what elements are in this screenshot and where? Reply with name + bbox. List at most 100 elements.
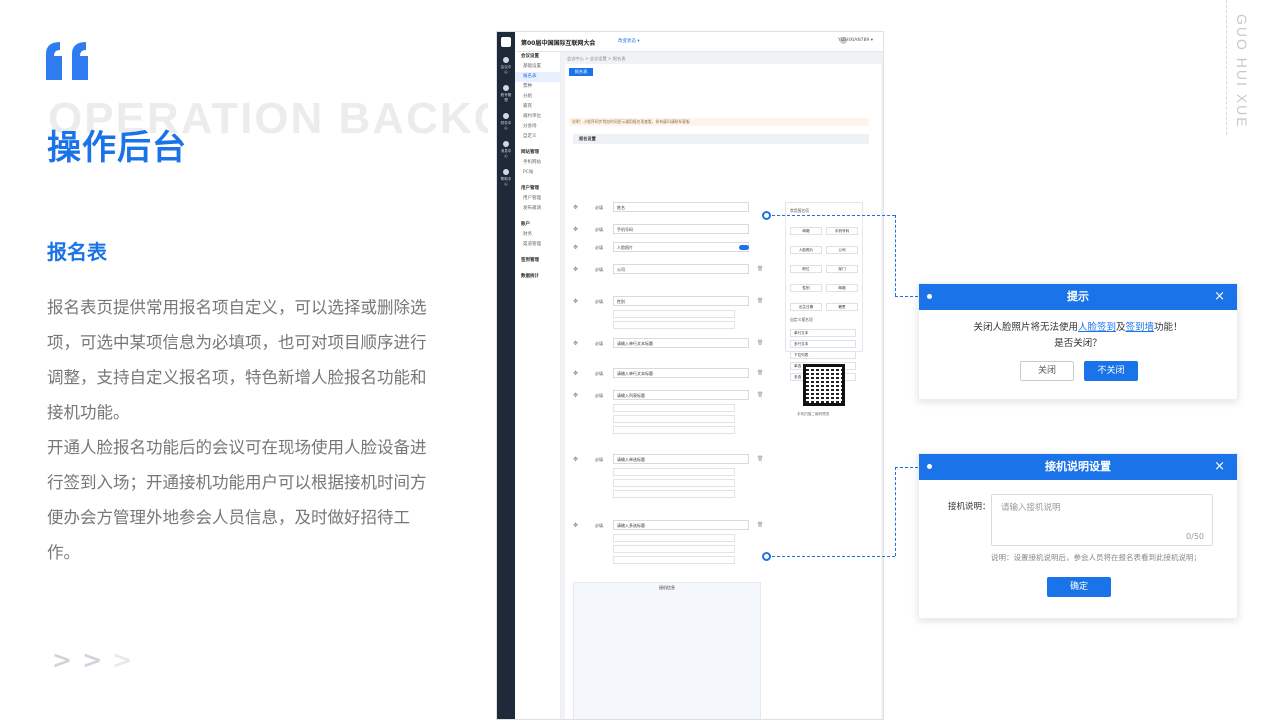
palette-custom-chip[interactable]: 单行文本 — [790, 329, 856, 337]
menu-item[interactable]: PC站 — [515, 168, 560, 178]
required-checkbox[interactable]: 必填 — [595, 457, 603, 463]
form-field-row[interactable]: ✥ 必填 请输入列表标题 🗑 — [573, 390, 773, 402]
status-dropdown[interactable]: 改变状态 ▾ — [618, 38, 640, 44]
option-input[interactable] — [613, 479, 735, 487]
form-field-row[interactable]: ✥ 必填 请输入单选标题 🗑 — [573, 454, 773, 466]
required-checkbox[interactable]: 必填 — [595, 205, 603, 211]
menu-item[interactable]: 会议设置 — [515, 52, 560, 62]
close-icon[interactable]: × — [1214, 284, 1225, 310]
drag-handle-icon[interactable]: ✥ — [573, 298, 578, 305]
option-input[interactable] — [613, 404, 735, 412]
menu-item[interactable]: 分会场 — [515, 122, 560, 132]
pickup-textarea[interactable]: 请输入接机说明 0/50 — [991, 494, 1213, 546]
rail-item[interactable]: 消息中心 — [497, 141, 515, 159]
option-input[interactable] — [613, 415, 735, 423]
drag-handle-icon[interactable]: ✥ — [573, 244, 578, 251]
menu-item[interactable]: 基础设置 — [515, 62, 560, 72]
palette-chip[interactable]: 出生日期 — [790, 303, 822, 311]
rail-item[interactable]: 财务中心 — [497, 113, 515, 131]
palette-chip[interactable]: 部门 — [826, 265, 858, 273]
menu-item[interactable]: 票种 — [515, 82, 560, 92]
form-field-row[interactable]: ✥ 必填 人脸照片 — [573, 242, 773, 254]
menu-item[interactable]: 渠道管理 — [515, 240, 560, 250]
palette-chip[interactable]: 性别 — [790, 284, 822, 292]
field-input[interactable]: 手机号码 — [613, 224, 749, 234]
close-icon[interactable]: × — [1214, 454, 1225, 480]
required-checkbox[interactable]: 必填 — [595, 299, 603, 305]
required-checkbox[interactable]: 必填 — [595, 227, 603, 233]
drag-handle-icon[interactable]: ✥ — [573, 204, 578, 211]
field-input[interactable]: 姓名 — [613, 202, 749, 212]
trash-icon[interactable]: 🗑 — [757, 298, 763, 304]
menu-item[interactable]: 手机网站 — [515, 158, 560, 168]
menu-item[interactable]: 账户 — [515, 220, 560, 230]
rail-item[interactable]: 会议中心 — [497, 57, 515, 75]
menu-item[interactable]: 财务 — [515, 230, 560, 240]
required-checkbox[interactable]: 必填 — [595, 245, 603, 251]
palette-chip[interactable]: 手机号码 — [826, 227, 858, 235]
palette-chip[interactable]: 职位 — [790, 265, 822, 273]
menu-item[interactable]: 发布邀请 — [515, 204, 560, 214]
rail-item[interactable]: 帮助中心 — [497, 169, 515, 187]
palette-chip[interactable]: 邮箱 — [790, 227, 822, 235]
menu-item[interactable]: 用户管理 — [515, 194, 560, 204]
menu-item[interactable]: 用户管理 — [515, 184, 560, 194]
required-checkbox[interactable]: 必填 — [595, 371, 603, 377]
drag-handle-icon[interactable]: ✥ — [573, 266, 578, 273]
drag-handle-icon[interactable]: ✥ — [573, 370, 578, 377]
form-field-row[interactable]: ✥ 必填 手机号码 — [573, 224, 773, 236]
option-input[interactable] — [613, 321, 735, 329]
field-input[interactable]: 性别 — [613, 296, 749, 306]
form-field-row[interactable]: ✥ 必填 请输入多选标题 🗑 — [573, 520, 773, 532]
face-toggle[interactable] — [739, 245, 749, 250]
palette-chip[interactable]: 公司 — [826, 246, 858, 254]
menu-item[interactable]: 自定义 — [515, 132, 560, 142]
field-input[interactable]: 请输入单选标题 — [613, 454, 749, 464]
trash-icon[interactable]: 🗑 — [757, 456, 763, 462]
form-field-row[interactable]: ✥ 必填 性别 🗑 — [573, 296, 773, 308]
trash-icon[interactable]: 🗑 — [757, 340, 763, 346]
required-checkbox[interactable]: 必填 — [595, 523, 603, 529]
confirm-button[interactable]: 确定 — [1047, 577, 1111, 597]
option-input[interactable] — [613, 310, 735, 318]
trash-icon[interactable]: 🗑 — [757, 370, 763, 376]
palette-chip[interactable]: 人脸照片 — [790, 246, 822, 254]
form-field-row[interactable]: ✥ 必填 姓名 — [573, 202, 773, 214]
palette-custom-chip[interactable]: 多行文本 — [790, 340, 856, 348]
face-checkin-link[interactable]: 人脸签到 — [1078, 322, 1116, 333]
palette-chip[interactable]: 籍贯 — [826, 303, 858, 311]
checkin-wall-link[interactable]: 签到墙 — [1126, 322, 1155, 333]
menu-item[interactable]: 签到管理 — [515, 256, 560, 266]
field-input[interactable]: 请输入多选标题 — [613, 520, 749, 530]
field-input[interactable]: 请输入单行文本标题 — [613, 368, 749, 378]
field-input[interactable]: 请输入列表标题 — [613, 390, 749, 400]
form-field-row[interactable]: ✥ 必填 请输入单行文本标题 🗑 — [573, 338, 773, 350]
pickup-field-block[interactable]: 接机信息 — [573, 582, 761, 719]
trash-icon[interactable]: 🗑 — [757, 522, 763, 528]
option-input[interactable] — [613, 534, 735, 542]
option-input[interactable] — [613, 468, 735, 476]
user-menu[interactable]: YIZHIXIAN789 ▾ — [838, 38, 873, 43]
option-input[interactable] — [613, 545, 735, 553]
form-field-row[interactable]: ✥ 必填 请输入单行文本标题 🗑 — [573, 368, 773, 380]
drag-handle-icon[interactable]: ✥ — [573, 340, 578, 347]
palette-chip[interactable]: 邮箱 — [826, 284, 858, 292]
trash-icon[interactable]: 🗑 — [757, 392, 763, 398]
rail-item[interactable]: 账号管理 — [497, 85, 515, 103]
menu-item[interactable]: 网站管理 — [515, 148, 560, 158]
field-input[interactable]: 请输入单行文本标题 — [613, 338, 749, 348]
palette-custom-chip[interactable]: 下拉列表 — [790, 351, 856, 359]
menu-item[interactable]: 邀约单位 — [515, 112, 560, 122]
drag-handle-icon[interactable]: ✥ — [573, 392, 578, 399]
required-checkbox[interactable]: 必填 — [595, 393, 603, 399]
option-input[interactable] — [613, 490, 735, 498]
field-input[interactable]: 人脸照片 — [613, 242, 749, 252]
menu-item[interactable]: 分组 — [515, 92, 560, 102]
form-field-row[interactable]: ✥ 必填 公司 🗑 — [573, 264, 773, 276]
drag-handle-icon[interactable]: ✥ — [573, 456, 578, 463]
option-input[interactable] — [613, 556, 735, 564]
option-input[interactable] — [613, 426, 735, 434]
keep-open-button[interactable]: 不关闭 — [1084, 361, 1138, 381]
required-checkbox[interactable]: 必填 — [595, 341, 603, 347]
menu-item[interactable]: 报名表 — [515, 72, 560, 82]
